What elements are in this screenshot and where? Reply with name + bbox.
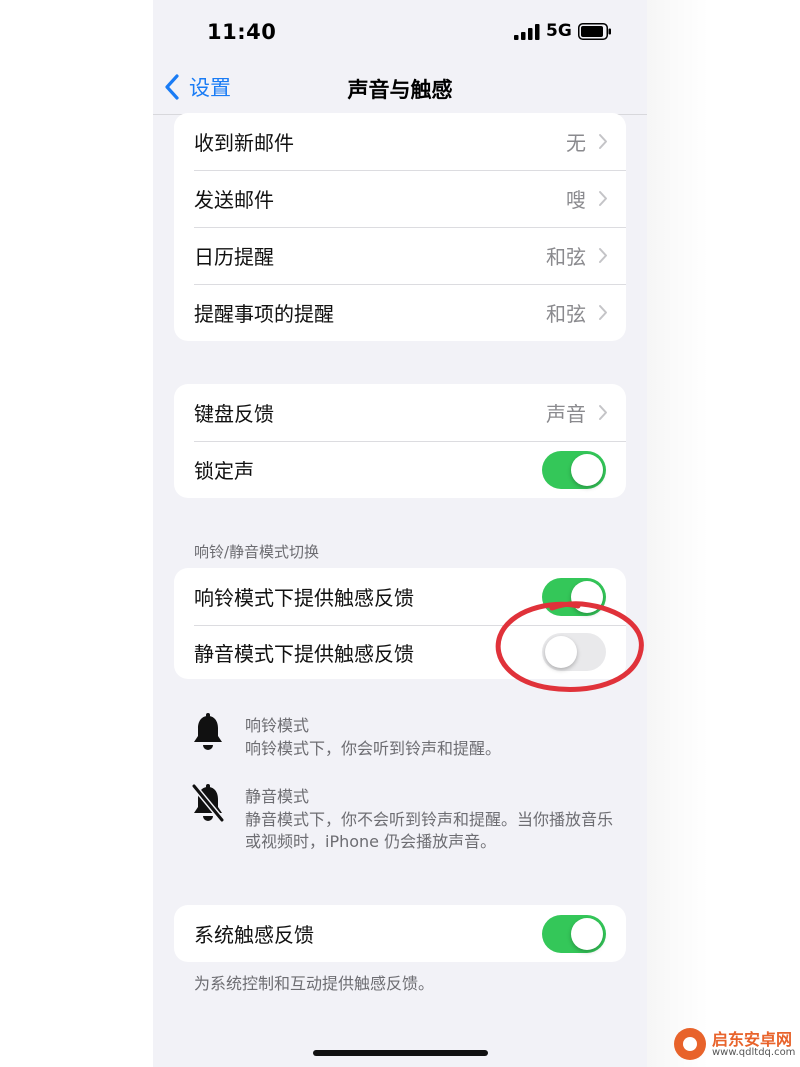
chevron-right-icon	[599, 405, 607, 420]
settings-row-lock-sound: 锁定声	[174, 441, 626, 498]
settings-row-sent-mail[interactable]: 发送邮件 嗖	[174, 170, 626, 227]
row-value: 和弦	[546, 302, 586, 326]
row-label: 锁定声	[194, 459, 254, 483]
silent-mode-title: 静音模式	[245, 787, 310, 806]
status-bar: 11:40 5G	[153, 0, 647, 62]
bell-slash-icon	[191, 783, 225, 823]
chevron-right-icon	[599, 134, 607, 149]
bell-icon	[194, 713, 222, 750]
keyboard-lock-group: 键盘反馈 声音 锁定声	[174, 384, 626, 498]
alert-sounds-group: 收到新邮件 无 发送邮件 嗖 日历提醒 和弦 提醒事项的提醒 和弦	[174, 113, 626, 341]
ring-mode-desc: 响铃模式下，你会听到铃声和提醒。	[245, 739, 502, 758]
annotation-circle	[495, 601, 644, 692]
ring-mode-info: 响铃模式 响铃模式下，你会听到铃声和提醒。	[190, 712, 630, 762]
chevron-right-icon	[599, 305, 607, 320]
ring-mode-title: 响铃模式	[245, 716, 310, 735]
watermark-url: www.qdltdq.com	[712, 1047, 796, 1058]
section-header-ring-silent: 响铃/静音模式切换	[194, 543, 320, 561]
row-label: 收到新邮件	[194, 131, 294, 155]
row-value: 和弦	[546, 245, 586, 269]
settings-row-new-mail[interactable]: 收到新邮件 无	[174, 113, 626, 170]
row-value: 无	[566, 131, 586, 155]
signal-icon	[514, 24, 540, 40]
row-label: 系统触感反馈	[194, 923, 314, 947]
settings-row-keyboard-feedback[interactable]: 键盘反馈 声音	[174, 384, 626, 441]
settings-row-system-haptics: 系统触感反馈	[174, 905, 626, 962]
toggle-knob	[571, 917, 603, 950]
phone-screen: 11:40 5G 设置 声音与触感 收到新邮件 无 发送邮件 嗖 日历提醒 和弦…	[153, 0, 647, 1067]
status-time: 11:40	[207, 20, 277, 44]
row-value: 嗖	[566, 188, 586, 212]
row-value: 声音	[546, 402, 586, 426]
row-label: 响铃模式下提供触感反馈	[194, 586, 414, 610]
network-type: 5G	[546, 21, 572, 41]
settings-row-reminder-alerts[interactable]: 提醒事项的提醒 和弦	[174, 284, 626, 341]
settings-row-calendar-alerts[interactable]: 日历提醒 和弦	[174, 227, 626, 284]
page-title: 声音与触感	[347, 78, 453, 102]
system-haptics-group: 系统触感反馈	[174, 905, 626, 962]
watermark: 启东安卓网 www.qdltdq.com	[670, 1024, 800, 1067]
row-label: 提醒事项的提醒	[194, 302, 334, 326]
row-label: 日历提醒	[194, 245, 274, 269]
system-haptics-toggle[interactable]	[542, 914, 606, 953]
toggle-knob	[571, 453, 603, 486]
watermark-logo-icon	[674, 1028, 706, 1060]
row-label: 发送邮件	[194, 188, 274, 212]
silent-mode-desc: 静音模式下，你不会听到铃声和提醒。当你播放音乐或视频时，iPhone 仍会播放声…	[245, 810, 614, 851]
system-haptics-footer: 为系统控制和互动提供触感反馈。	[194, 974, 435, 993]
silent-mode-info: 静音模式 静音模式下，你不会听到铃声和提醒。当你播放音乐或视频时，iPhone …	[190, 783, 630, 853]
battery-icon	[578, 23, 611, 40]
navigation-bar: 设置 声音与触感	[153, 62, 647, 115]
home-indicator[interactable]	[313, 1050, 488, 1056]
row-label: 键盘反馈	[194, 402, 274, 426]
chevron-right-icon	[599, 191, 607, 206]
background-area	[647, 0, 800, 1067]
chevron-right-icon	[599, 248, 607, 263]
lock-sound-toggle[interactable]	[542, 450, 606, 489]
row-label: 静音模式下提供触感反馈	[194, 641, 414, 666]
